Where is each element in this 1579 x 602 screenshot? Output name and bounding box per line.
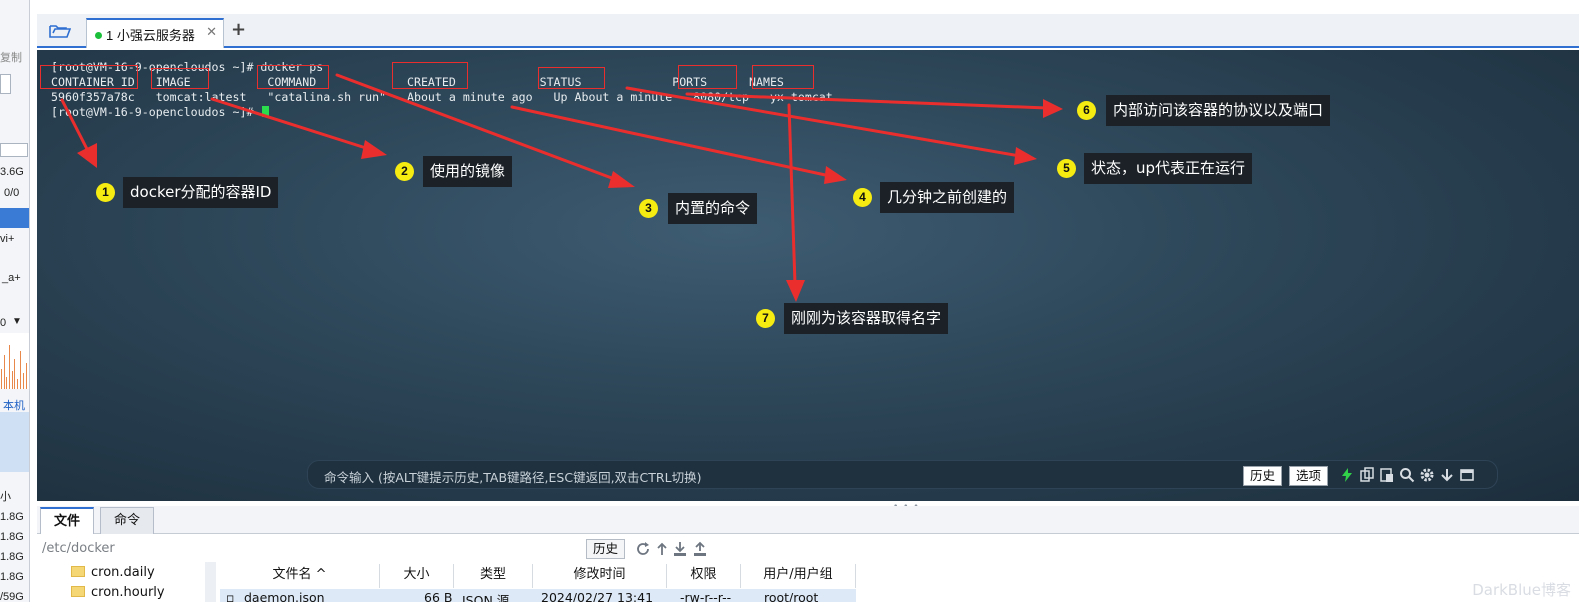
options-button[interactable]: 选项 [1289,466,1329,486]
watermark: DarkBlue博客 [1472,581,1571,599]
tab-files[interactable]: 文件 [40,507,95,534]
annotation-arrows [60,73,1063,302]
column-header-type[interactable]: 类型 [454,564,533,588]
path-history-button[interactable]: 历史 [586,539,626,559]
path-input[interactable]: /etc/docker [42,541,115,556]
maximize-icon[interactable] [1459,467,1475,483]
local-label[interactable]: 本机 [3,397,25,413]
chevron-down-icon[interactable]: ▼ [12,316,22,327]
callout-number: 4 [853,188,872,207]
process-item[interactable]: _a+ [2,272,21,284]
tree-item-label: cron.hourly [91,585,165,600]
column-header-permissions[interactable]: 权限 [667,564,741,588]
file-table: 文件名 ^ 大小 类型 修改时间 权限 用户/用户组 ▫ daemon.json… [220,562,860,602]
disk-size: 1.8G [0,551,24,563]
callout-label: 使用的镜像 [423,156,513,187]
file-size: 66 B [424,590,453,602]
search-icon[interactable] [1399,467,1415,483]
tab-commands[interactable]: 命令 [100,507,155,534]
callout-label: 内置的命令 [668,193,758,224]
file-icon: ▫ [226,590,235,602]
size-header: 小 [0,491,11,503]
callout-label: 状态，up代表正在运行 [1084,153,1253,184]
file-name: daemon.json [244,590,325,602]
sidebar-panel [0,412,29,472]
memory-value: 3.6G [0,166,24,178]
paste-icon[interactable] [1379,467,1395,483]
app-window: 复制 3.6G 0/0 vi+ _a+ 0 ▼ 本机 小 1.8G 1.8G 1… [0,0,1579,602]
history-button[interactable]: 历史 [1243,466,1283,486]
tree-item[interactable]: cron.daily [71,565,155,583]
refresh-icon[interactable] [635,541,651,557]
callout-number: 1 [96,183,115,202]
callout-number: 7 [756,309,775,328]
table-row[interactable]: ▫ daemon.json 66 B JSON 源 2024/02/27 13:… [220,589,856,602]
callout-number: 6 [1077,101,1096,120]
file-type: JSON 源 [462,593,510,602]
tree-item-label: cron.daily [91,565,155,580]
tab-server[interactable]: 1 小强云服务器 ✕ [86,18,224,48]
sidebar-field [0,143,28,157]
copy-icon[interactable] [1359,467,1375,483]
file-modified: 2024/02/27 13:41 [541,590,654,602]
terminal[interactable]: [root@VM-16-9-opencloudos ~]# docker ps … [37,50,1579,501]
column-header-modified[interactable]: 修改时间 [533,564,667,588]
callout-label: 内部访问该容器的协议以及端口 [1106,95,1331,126]
interface-select[interactable]: 0 [0,317,6,329]
column-header-size[interactable]: 大小 [380,564,454,588]
tree-scrollbar[interactable] [205,562,216,602]
process-item[interactable]: vi+ [0,233,14,245]
disk-size: 1.8G [0,531,24,543]
directory-tree: cron.daily cron.hourly [37,562,217,602]
command-input[interactable]: 命令输入 (按ALT键提示历史,TAB键路径,ESC键返回,双击CTRL切换) [324,467,701,486]
file-path-bar: /etc/docker 历史 [37,536,1579,562]
callout-number: 2 [395,162,414,181]
callout-number: 3 [639,199,658,218]
process-list-header [0,208,29,228]
arrow-down-icon[interactable] [1439,467,1455,483]
column-header-owner[interactable]: 用户/用户组 [741,564,856,588]
tab-label: 1 小强云服务器 [106,28,195,43]
disk-size: 1.8G [0,511,24,523]
file-permissions: -rw-r--r-- [680,590,732,602]
command-input-bar[interactable]: 命令输入 (按ALT键提示历史,TAB键路径,ESC键返回,双击CTRL切换) … [307,460,1498,489]
swap-value: 0/0 [4,187,20,199]
disk-size: /59G [0,591,24,602]
callout-label: 刚刚为该容器取得名字 [784,303,949,334]
open-folder-icon[interactable] [49,23,71,39]
up-directory-icon[interactable] [654,541,670,557]
lightning-icon[interactable] [1339,467,1355,483]
gear-icon[interactable] [1419,467,1435,483]
close-icon[interactable]: ✕ [206,25,217,40]
download-icon[interactable] [672,541,688,557]
bottom-tab-bar: 文件 命令 [37,506,1579,534]
add-tab-icon[interactable]: + [231,19,246,40]
disk-size: 1.8G [0,571,24,583]
callout-label: 几分钟之前创建的 [880,182,1015,213]
tree-item[interactable]: cron.hourly [71,585,165,602]
folder-icon [71,566,85,577]
session-tab-bar: 1 小强云服务器 ✕ + [37,14,1579,48]
upload-icon[interactable] [692,541,708,557]
connection-status-dot [95,32,102,39]
sidebar-input[interactable] [0,74,11,94]
column-header-name[interactable]: 文件名 ^ [220,564,380,588]
network-graph [0,333,29,389]
copy-link[interactable]: 复制 [0,49,22,65]
callout-number: 5 [1057,159,1076,178]
file-owner: root/root [764,590,819,602]
folder-icon [71,586,85,597]
callout-label: docker分配的容器ID [123,177,279,208]
sidebar: 复制 3.6G 0/0 vi+ _a+ 0 ▼ 本机 小 1.8G 1.8G 1… [0,0,30,602]
